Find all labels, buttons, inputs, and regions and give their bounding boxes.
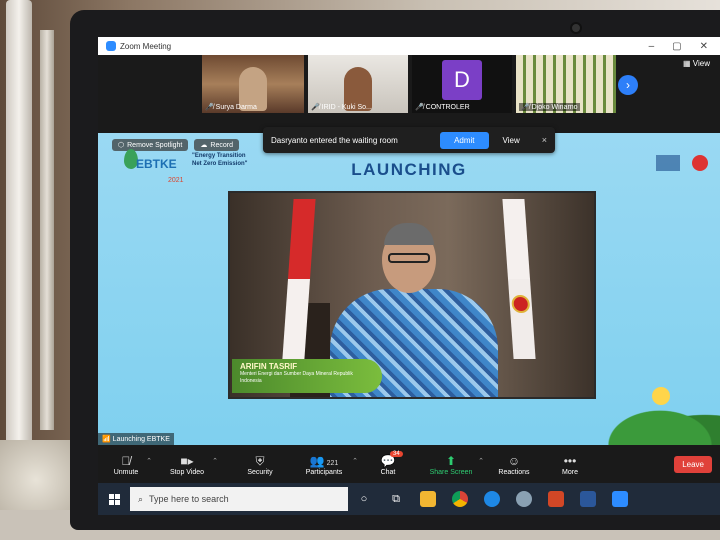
share-arrow-icon: ⬆ xyxy=(445,453,457,468)
close-icon[interactable]: ✕ xyxy=(700,41,708,52)
minimize-icon[interactable]: – xyxy=(649,41,655,52)
pipe xyxy=(6,0,32,470)
participant-name: 🎤̸ Surya Darma xyxy=(205,104,257,111)
cortana-icon[interactable]: ○ xyxy=(348,493,380,505)
participant-name: 🎤̸ CONTROLER xyxy=(415,104,470,111)
speaker-name: ARIFIN TASRIF xyxy=(240,362,298,371)
speaker-role: Menteri Energi dan Sumber Daya Mineral R… xyxy=(240,371,353,384)
security-button[interactable]: ⛨ Security xyxy=(232,453,288,476)
view-button[interactable]: View xyxy=(503,136,520,145)
smiley-icon: ☺ xyxy=(507,453,521,468)
participant-tile[interactable]: 🎤̸ IRID - Kuki So... xyxy=(308,55,408,113)
share-screen-button[interactable]: ⬆ Share Screen ⌃ xyxy=(416,453,486,476)
slide-heading: LAUNCHING xyxy=(351,160,467,179)
start-button[interactable] xyxy=(98,493,130,505)
participant-name: 🎤̸ IRID - Kuki So... xyxy=(311,104,372,111)
search-icon: ⌕ xyxy=(138,493,144,504)
people-icon: 👥 221 xyxy=(309,453,339,468)
shared-screen: ⬡ Remove Spotlight ☁ Record EBTKE 2021 "En… xyxy=(98,133,720,445)
view-button[interactable]: ▦ View xyxy=(683,59,710,68)
unmute-button[interactable]: 🎙̸ Unmute ⌃ xyxy=(98,453,154,476)
admit-button[interactable]: Admit xyxy=(440,131,489,149)
slide-scenery xyxy=(570,385,720,445)
participants-button[interactable]: 👥 221 Participants ⌃ xyxy=(288,453,360,476)
leave-button[interactable]: Leave xyxy=(674,455,712,473)
next-page-icon[interactable]: › xyxy=(618,75,638,95)
shield-icon: ⛨ xyxy=(255,453,265,468)
participant-name: 🎤̸ Djoko Winarno xyxy=(519,103,580,111)
record-button[interactable]: ☁ Record xyxy=(194,139,239,151)
windows-taskbar: ⌕ Type here to search ○ ⧉ xyxy=(98,483,720,515)
speaker-nameplate: ARIFIN TASRIF Menteri Energi dan Sumber … xyxy=(232,359,382,393)
participant-tile[interactable]: 🎤̸ Surya Darma xyxy=(202,55,304,113)
video-camera-icon: ■▸ xyxy=(180,453,194,468)
sun-graphic xyxy=(652,387,670,405)
chat-button[interactable]: 💬 34 Chat xyxy=(360,450,416,476)
share-label: 📶 Launching EBTKE xyxy=(98,433,174,445)
taskbar-search[interactable]: ⌕ Type here to search xyxy=(130,487,348,511)
chrome-icon[interactable] xyxy=(444,491,476,507)
word-icon[interactable] xyxy=(572,491,604,507)
edge-icon[interactable] xyxy=(476,491,508,507)
maximize-icon[interactable]: ▢ xyxy=(672,41,681,52)
window-title: Zoom Meeting xyxy=(120,41,172,51)
chat-badge: 34 xyxy=(390,450,403,457)
network-app-icon[interactable] xyxy=(508,491,540,507)
stop-video-button[interactable]: ■▸ Stop Video ⌃ xyxy=(154,453,220,476)
participant-tile[interactable]: 🎤̸ Djoko Winarno xyxy=(516,55,616,113)
task-view-icon[interactable]: ⧉ xyxy=(380,493,412,506)
pipe xyxy=(40,30,54,430)
windows-logo-icon xyxy=(108,493,120,505)
record-icon: ☁ xyxy=(200,142,208,149)
zoom-logo-icon xyxy=(106,41,116,51)
powerpoint-icon[interactable] xyxy=(540,491,572,507)
zoom-titlebar: Zoom Meeting – ▢ ✕ xyxy=(98,37,720,55)
laptop-screen: Zoom Meeting – ▢ ✕ 🎤̸ Surya Darma 🎤̸ IRI… xyxy=(98,37,720,515)
search-placeholder: Type here to search xyxy=(149,494,229,504)
mic-muted-icon: 🎙̸ xyxy=(121,453,131,468)
waiting-room-notification: Dasryanto entered the waiting room Admit… xyxy=(263,127,555,153)
ellipsis-icon: ••• xyxy=(563,453,577,468)
webcam xyxy=(570,22,582,34)
glasses xyxy=(388,253,430,263)
participant-tile[interactable]: D 🎤̸ CONTROLER xyxy=(412,55,512,113)
notification-message: Dasryanto entered the waiting room xyxy=(271,135,398,145)
speaker-video: ARIFIN TASRIF Menteri Energi dan Sumber … xyxy=(228,191,596,399)
more-button[interactable]: ••• More xyxy=(542,453,598,476)
reactions-button[interactable]: ☺ Reactions xyxy=(486,453,542,476)
gallery-strip: 🎤̸ Surya Darma 🎤̸ IRID - Kuki So... D 🎤̸… xyxy=(98,55,720,133)
file-explorer-icon[interactable] xyxy=(412,491,444,507)
close-notification-icon[interactable]: × xyxy=(542,135,547,145)
meeting-controls: 🎙̸ Unmute ⌃ ■▸ Stop Video ⌃ ⛨ Security 👥 22… xyxy=(98,445,720,483)
zoom-taskbar-icon[interactable] xyxy=(604,491,636,507)
participant-avatar: D xyxy=(442,60,482,100)
